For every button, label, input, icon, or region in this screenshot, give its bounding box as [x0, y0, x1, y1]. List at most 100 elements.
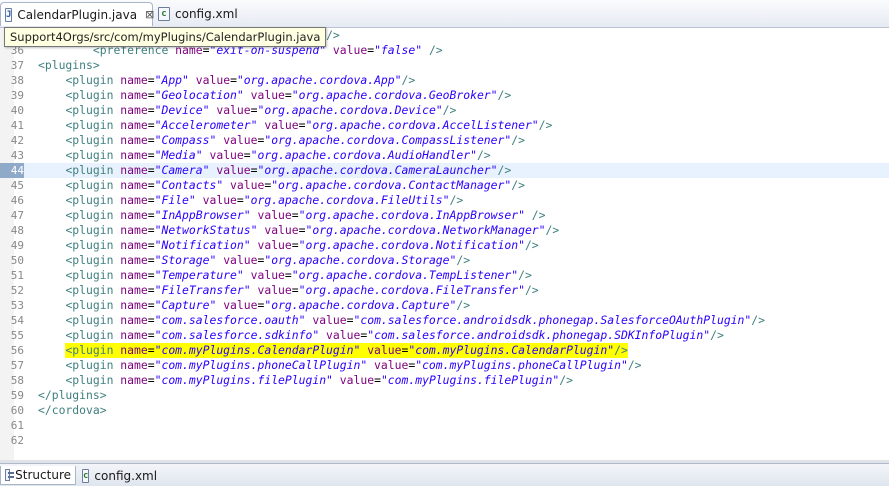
- attr-value: "org.apache.cordova.App": [236, 73, 402, 87]
- code-line[interactable]: 59 </plugins>: [0, 388, 889, 403]
- code-line[interactable]: 41 <plugin name="Accelerometer" value="o…: [0, 118, 889, 133]
- code-text: <plugin name="Notification" value="org.a…: [65, 238, 539, 252]
- code-line[interactable]: 50 <plugin name="Storage" value="org.apa…: [0, 253, 889, 268]
- code-text: <plugin name="com.myPlugins.phoneCallPlu…: [65, 358, 642, 372]
- code-text: <plugin name="App" value="org.apache.cor…: [65, 73, 416, 87]
- attr-value: "App": [154, 73, 189, 87]
- code-text: <plugin name="Accelerometer" value="org.…: [65, 118, 553, 132]
- attr-value: "org.apache.cordova.ContactManager": [271, 178, 512, 192]
- attr-name: name: [113, 178, 148, 192]
- attr-value: "Notification": [154, 238, 251, 252]
- code-line[interactable]: 58 <plugin name="com.myPlugins.filePlugi…: [0, 373, 889, 388]
- code-line[interactable]: 52 <plugin name="FileTransfer" value="or…: [0, 283, 889, 298]
- attr-name: name: [113, 268, 148, 282]
- code-text: <plugin name="Media" value="org.apache.c…: [65, 148, 491, 162]
- attr-value: "org.apache.cordova.Capture": [264, 298, 457, 312]
- code-line[interactable]: 48 <plugin name="NetworkStatus" value="o…: [0, 223, 889, 238]
- code-line[interactable]: 46 <plugin name="File" value="org.apache…: [0, 193, 889, 208]
- code-line[interactable]: 44 <plugin name="Camera" value="org.apac…: [0, 163, 889, 178]
- xml-tag: <plugin: [65, 103, 114, 117]
- tab-config-xml[interactable]: c config.xml: [154, 2, 284, 26]
- code-line[interactable]: 43 <plugin name="Media" value="org.apach…: [0, 148, 889, 163]
- code-line[interactable]: 53 <plugin name="Capture" value="org.apa…: [0, 298, 889, 313]
- line-number: 42: [10, 134, 24, 147]
- line-number: 51: [10, 269, 24, 282]
- code-line[interactable]: 56 <plugin name="com.myPlugins.CalendarP…: [0, 343, 889, 358]
- code-line[interactable]: 45 <plugin name="Contacts" value="org.ap…: [0, 178, 889, 193]
- attr-value: "org.apache.cordova.TempListener": [291, 268, 519, 282]
- xml-tag: <plugin: [65, 268, 114, 282]
- highlighted-plugin-line: <plugin name="com.myPlugins.CalendarPlug…: [65, 343, 628, 358]
- code-line[interactable]: 60 </cordova>: [0, 403, 889, 418]
- attr-name: value: [250, 283, 292, 297]
- code-line[interactable]: 62: [0, 433, 889, 448]
- code-line[interactable]: 51 <plugin name="Temperature" value="org…: [0, 268, 889, 283]
- attr-value: "Temperature": [154, 268, 244, 282]
- xml-tag: />: [401, 73, 416, 87]
- attr-name: value: [332, 373, 375, 387]
- code-text: <plugins>: [38, 58, 100, 73]
- attr-name: name: [113, 343, 148, 357]
- line-number: 40: [10, 104, 24, 117]
- attr-name: value: [250, 238, 292, 252]
- attr-name: name: [113, 103, 148, 117]
- code-line[interactable]: 39 <plugin name="Geolocation" value="org…: [0, 88, 889, 103]
- attr-value: "org.apache.cordova.InAppBrowser": [298, 208, 525, 222]
- attr-name: value: [216, 298, 258, 312]
- attr-value: "com.salesforce.androidsdk.phonegap.Sale…: [353, 313, 752, 327]
- xml-tag: </cordova>: [38, 403, 107, 417]
- attr-name: name: [113, 223, 148, 237]
- attr-name: value: [360, 343, 402, 357]
- code-text: <plugin name="FileTransfer" value="org.a…: [65, 283, 539, 297]
- attr-name: name: [113, 298, 148, 312]
- code-text: <plugin name="Capture" value="org.apache…: [65, 298, 471, 312]
- code-line[interactable]: 47 <plugin name="InAppBrowser" value="or…: [0, 208, 889, 223]
- tab-config-xml-source[interactable]: c config.xml: [78, 466, 160, 485]
- xml-tag: <plugin: [65, 298, 114, 312]
- attr-name: name: [113, 73, 148, 87]
- xml-tag: <plugin: [65, 133, 114, 147]
- line-number: 54: [10, 314, 24, 327]
- attr-value: "Contacts": [154, 178, 224, 192]
- attr-name: name: [113, 163, 148, 177]
- xml-tag: <plugin: [65, 358, 114, 372]
- xml-tag: <plugin: [65, 223, 114, 237]
- attr-value: "File": [154, 193, 196, 207]
- attr-value: "org.apache.cordova.GeoBroker": [291, 88, 498, 102]
- attr-name: name: [113, 193, 148, 207]
- attr-value: "InAppBrowser": [154, 208, 251, 222]
- code-line[interactable]: 54 <plugin name="com.salesforce.oauth" v…: [0, 313, 889, 328]
- attr-name: value: [305, 313, 347, 327]
- code-line[interactable]: 42 <plugin name="Compass" value="org.apa…: [0, 133, 889, 148]
- code-line[interactable]: 37 <plugins>: [0, 58, 889, 73]
- xml-tag: />: [545, 223, 560, 237]
- attr-value: "org.apache.cordova.NetworkManager": [305, 223, 546, 237]
- code-text: <plugin name="InAppBrowser" value="org.a…: [65, 208, 546, 222]
- tab-calendarplugin-java[interactable]: J CalendarPlugin.java ⊠: [0, 2, 154, 26]
- attr-value: "Device": [154, 103, 210, 117]
- attr-value: "org.apache.cordova.Storage": [264, 253, 457, 267]
- attr-value: "com.myPlugins.CalendarPlugin": [408, 343, 615, 357]
- xml-tag: <plugin: [65, 328, 114, 342]
- xml-tag: />: [497, 163, 512, 177]
- code-line[interactable]: 57 <plugin name="com.myPlugins.phoneCall…: [0, 358, 889, 373]
- code-line[interactable]: 55 <plugin name="com.salesforce.sdkinfo"…: [0, 328, 889, 343]
- code-text: </cordova>: [38, 403, 107, 418]
- code-line[interactable]: 49 <plugin name="Notification" value="or…: [0, 238, 889, 253]
- attr-value: "org.apache.cordova.AccelListener": [305, 118, 539, 132]
- code-line[interactable]: 40 <plugin name="Device" value="org.apac…: [0, 103, 889, 118]
- line-number: 60: [10, 404, 24, 417]
- tab-label: config.xml: [175, 7, 238, 21]
- line-number: 46: [10, 194, 24, 207]
- structure-icon: [5, 469, 15, 481]
- xml-tag: />: [559, 373, 573, 387]
- attr-value: "org.apache.cordova.CompassListener": [264, 133, 512, 147]
- line-number: 62: [10, 434, 24, 447]
- xml-file-icon: c: [82, 468, 90, 483]
- close-icon[interactable]: ⊠: [145, 8, 154, 21]
- code-line[interactable]: 38 <plugin name="App" value="org.apache.…: [0, 73, 889, 88]
- code-line[interactable]: 61: [0, 418, 889, 433]
- tab-structure[interactable]: Structure: [0, 466, 76, 485]
- xml-tag: />: [524, 283, 539, 297]
- xml-tag: />: [524, 208, 546, 222]
